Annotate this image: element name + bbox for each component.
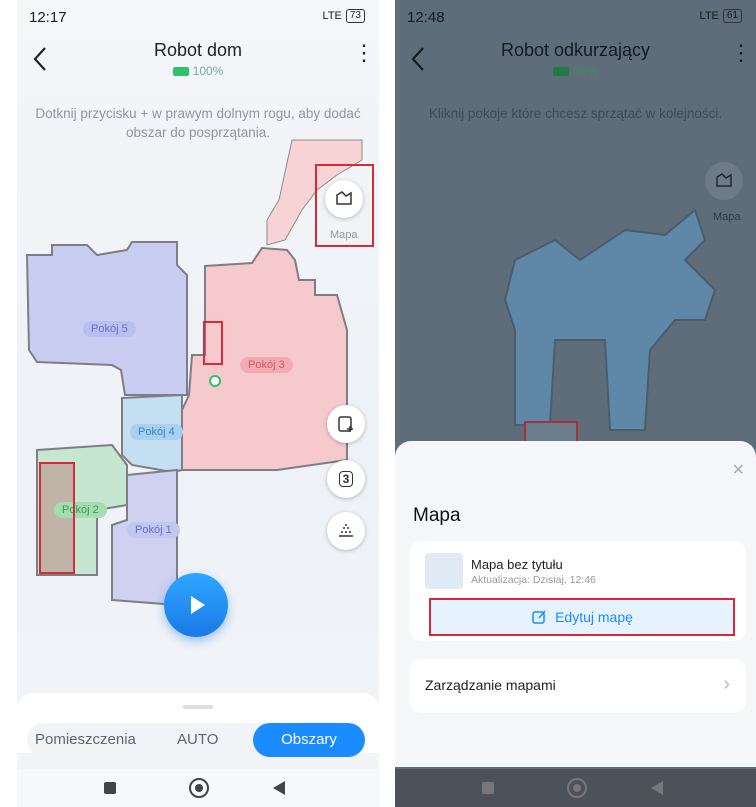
add-area-icon <box>338 416 353 432</box>
floor-map-dimmed <box>503 208 717 445</box>
add-area-button[interactable] <box>327 405 365 443</box>
drag-handle[interactable] <box>183 705 213 709</box>
manage-maps-label: Zarządzanie mapami <box>425 677 556 693</box>
signal-icon: LTE <box>699 10 719 22</box>
map-button-label: Mapa <box>330 229 358 241</box>
suction-icon <box>339 524 353 537</box>
battery-icon <box>172 67 189 77</box>
close-icon[interactable]: × <box>732 459 744 482</box>
home-icon[interactable] <box>567 778 587 798</box>
more-menu-icon[interactable]: ⋮ <box>353 42 375 72</box>
battery-status: 100% <box>17 64 379 78</box>
map-thumbnail <box>425 553 463 589</box>
battery-icon <box>553 67 570 77</box>
more-menu-icon[interactable]: ⋮ <box>730 42 752 72</box>
battery-indicator: 73 <box>345 9 365 23</box>
map-switch-button[interactable] <box>705 162 743 200</box>
recents-icon[interactable] <box>104 782 116 794</box>
mode-panel: Pomieszczenia AUTO Obszary <box>17 693 379 757</box>
chevron-right-icon: › <box>723 673 730 695</box>
battery-indicator: 61 <box>722 9 742 23</box>
page-title: Robot dom <box>153 40 243 60</box>
status-bar: 12:17 LTE 73 <box>17 0 379 34</box>
system-nav-bar <box>395 769 756 807</box>
nav-back-icon[interactable] <box>273 781 285 795</box>
battery-status: 96% <box>395 64 756 78</box>
mode-auto[interactable]: AUTO <box>177 731 218 748</box>
suction-mode-button[interactable] <box>327 512 365 550</box>
status-time: 12:17 <box>29 9 67 26</box>
map-bottom-sheet: × Mapa Mapa bez tytułu Aktualizacja: Dzi… <box>395 441 756 767</box>
cleaning-cycles-button[interactable]: 3 <box>327 460 365 498</box>
edit-map-label: Edytuj mapę <box>555 609 633 625</box>
mode-areas[interactable]: Obszary <box>253 723 365 757</box>
current-map-card: Mapa bez tytułu Aktualizacja: Dzisiaj, 1… <box>409 541 746 641</box>
mode-rooms[interactable]: Pomieszczenia <box>35 731 136 748</box>
screen-robot-dom: 12:17 LTE 73 Robot dom 100% ⋮ Dotknij prz… <box>17 0 379 807</box>
screen-robot-odkurzajacy: 12:48 LTE 61 Robot odkurzający 96% ⋮ Klik… <box>395 0 756 807</box>
home-icon[interactable] <box>189 778 209 798</box>
highlight-box-map <box>203 321 223 365</box>
room-label-4[interactable]: Pokój 4 <box>130 424 183 440</box>
map-icon <box>336 191 352 205</box>
system-nav-bar <box>17 769 379 807</box>
manage-maps-item[interactable]: Zarządzanie mapami › <box>409 659 746 713</box>
map-icon <box>716 173 732 187</box>
nav-back-icon[interactable] <box>651 781 663 795</box>
map-updated: Aktualizacja: Dzisiaj, 12:46 <box>471 574 596 586</box>
map-switch-button[interactable] <box>325 180 363 218</box>
map-name: Mapa bez tytułu <box>471 557 563 572</box>
room-label-1[interactable]: Pokój 1 <box>127 522 180 538</box>
mode-switch: Pomieszczenia AUTO Obszary <box>27 723 365 757</box>
start-cleaning-button[interactable] <box>164 573 228 637</box>
sheet-title: Mapa <box>413 505 461 526</box>
edit-map-button[interactable]: Edytuj mapę <box>429 598 735 636</box>
room-label-5[interactable]: Pokój 5 <box>83 321 136 337</box>
repeat-icon: 3 <box>338 471 354 487</box>
status-time: 12:48 <box>407 9 445 26</box>
status-bar: 12:48 LTE 61 <box>395 0 756 34</box>
page-title: Robot odkurzający <box>500 40 651 60</box>
highlight-box-room2 <box>39 462 75 574</box>
play-icon <box>191 596 205 614</box>
room-label-3[interactable]: Pokój 3 <box>240 357 293 373</box>
edit-icon <box>532 610 546 624</box>
signal-icon: LTE <box>322 10 342 22</box>
recents-icon[interactable] <box>482 782 494 794</box>
instruction-text: Kliknij pokoje które chcesz sprzątać w k… <box>428 106 723 121</box>
